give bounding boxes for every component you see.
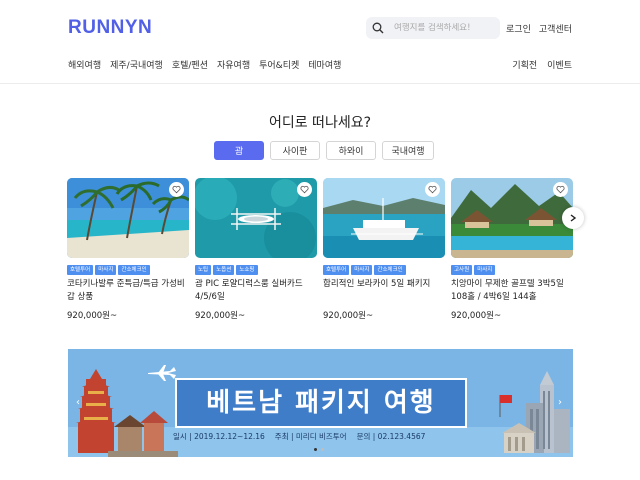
product-title[interactable]: 코타키나발루 준특급/특급 가성비갑 상품: [67, 278, 189, 304]
tag-list: 호텔투어 마사지 간소체크인: [67, 265, 189, 275]
tag-list: 노팁 노옵션 노쇼핑: [195, 265, 317, 275]
logo[interactable]: RUNNYN: [68, 17, 152, 39]
nav-item-tour-ticket[interactable]: 투어&티켓: [259, 58, 299, 71]
chevron-right-icon: [570, 214, 577, 222]
destination-tabs: 괌 사이판 하와이 국내여행: [214, 141, 434, 160]
banner-prev-button[interactable]: ‹: [76, 397, 80, 408]
nav-item-exhibition[interactable]: 기획전: [512, 58, 537, 71]
tag: 고사원: [451, 265, 473, 275]
wishlist-button[interactable]: [297, 182, 312, 197]
promo-banner[interactable]: 베트남 패키지 여행 일시 | 2019.12.12~12.16 주최 | 미리…: [68, 349, 573, 457]
pagination-dot-active[interactable]: [314, 448, 317, 451]
tag: 마사지: [474, 265, 496, 275]
tag: 노옵션: [213, 265, 235, 275]
tag: 간소체크인: [118, 265, 150, 275]
nav-item-free-travel[interactable]: 자유여행: [217, 58, 250, 71]
main-nav: 해외여행 제주/국내여행 호텔/펜션 자유여행 투어&티켓 테마여행: [68, 58, 341, 71]
search-icon: [372, 22, 384, 34]
product-photo-beach[interactable]: [67, 178, 189, 258]
tag: 호텔투어: [323, 265, 350, 275]
nav-item-event[interactable]: 이벤트: [547, 58, 572, 71]
tag: 노팁: [195, 265, 212, 275]
tab-saipan[interactable]: 사이판: [270, 141, 320, 160]
tag: 마사지: [351, 265, 373, 275]
pagination-dot[interactable]: [321, 448, 324, 451]
tab-hawaii[interactable]: 하와이: [326, 141, 376, 160]
nav-item-theme-travel[interactable]: 테마여행: [308, 58, 341, 71]
top-links: 로그인 고객센터: [506, 22, 572, 35]
search-box[interactable]: [366, 17, 500, 39]
product-price: 920,000원~: [323, 311, 374, 321]
product-card[interactable]: 호텔투어 마사지 간소체크인 합리적인 보라카이 5일 패키지 920,000원…: [323, 178, 445, 321]
tag: 간소체크인: [374, 265, 406, 275]
product-title[interactable]: 합리적인 보라카이 5일 패키지: [323, 278, 445, 304]
customer-center-link[interactable]: 고객센터: [539, 22, 572, 35]
nav-item-jeju-domestic[interactable]: 제주/국내여행: [110, 58, 163, 71]
carousel-next-button[interactable]: [562, 207, 584, 229]
product-card[interactable]: 노팁 노옵션 노쇼핑 괌 PIC 로얄디럭스룸 실버카드 4/5/6일 920,…: [195, 178, 317, 321]
banner-date: 일시 | 2019.12.12~12.16: [173, 432, 265, 441]
banner-host: 주최 | 미리디 비즈투어: [274, 432, 347, 441]
tag: 마사지: [95, 265, 117, 275]
product-card[interactable]: 호텔투어 마사지 간소체크인 코타키나발루 준특급/특급 가성비갑 상품 920…: [67, 178, 189, 321]
banner-info: 일시 | 2019.12.12~12.16 주최 | 미리디 비즈투어 문의 |…: [173, 431, 425, 442]
tag: 호텔투어: [67, 265, 94, 275]
banner-next-button[interactable]: ›: [558, 397, 562, 408]
wishlist-button[interactable]: [425, 182, 440, 197]
product-card[interactable]: 고사원 마사지 치앙마이 무제한 골프텔 3박5일 108홀 / 4박6일 14…: [451, 178, 573, 321]
product-title[interactable]: 괌 PIC 로얄디럭스룸 실버카드 4/5/6일: [195, 278, 317, 304]
tag-list: 호텔투어 마사지 간소체크인: [323, 265, 445, 275]
banner-contact: 문의 | 02.123.4567: [356, 432, 426, 441]
product-photo-cruise-boat[interactable]: [323, 178, 445, 258]
tag-list: 고사원 마사지: [451, 265, 573, 275]
tab-guam[interactable]: 괌: [214, 141, 264, 160]
banner-title: 베트남 패키지 여행: [206, 388, 436, 418]
search-input[interactable]: [394, 23, 494, 33]
wishlist-button[interactable]: [169, 182, 184, 197]
heart-icon: [300, 185, 309, 194]
product-photo-resort-pool[interactable]: [451, 178, 573, 258]
tab-domestic[interactable]: 국내여행: [382, 141, 434, 160]
section-title: 어디로 떠나세요?: [268, 115, 372, 131]
heart-icon: [172, 185, 181, 194]
product-price: 920,000원~: [67, 311, 118, 321]
product-price: 920,000원~: [451, 311, 502, 321]
header: RUNNYN 로그인 고객센터 해외여행 제주/국내여행 호텔/펜션 자유여행 …: [0, 0, 640, 84]
nav-right: 기획전 이벤트: [512, 58, 572, 71]
product-price: 920,000원~: [195, 311, 246, 321]
wishlist-button[interactable]: [553, 182, 568, 197]
heart-icon: [556, 185, 565, 194]
heart-icon: [428, 185, 437, 194]
product-title[interactable]: 치앙마이 무제한 골프텔 3박5일 108홀 / 4박6일 144홀: [451, 278, 573, 304]
tag: 노쇼핑: [236, 265, 258, 275]
banner-pagination: [314, 448, 324, 451]
nav-item-overseas[interactable]: 해외여행: [68, 58, 101, 71]
product-photo-boat-aerial[interactable]: [195, 178, 317, 258]
nav-item-hotel-pension[interactable]: 호텔/펜션: [172, 58, 208, 71]
login-link[interactable]: 로그인: [506, 22, 531, 35]
